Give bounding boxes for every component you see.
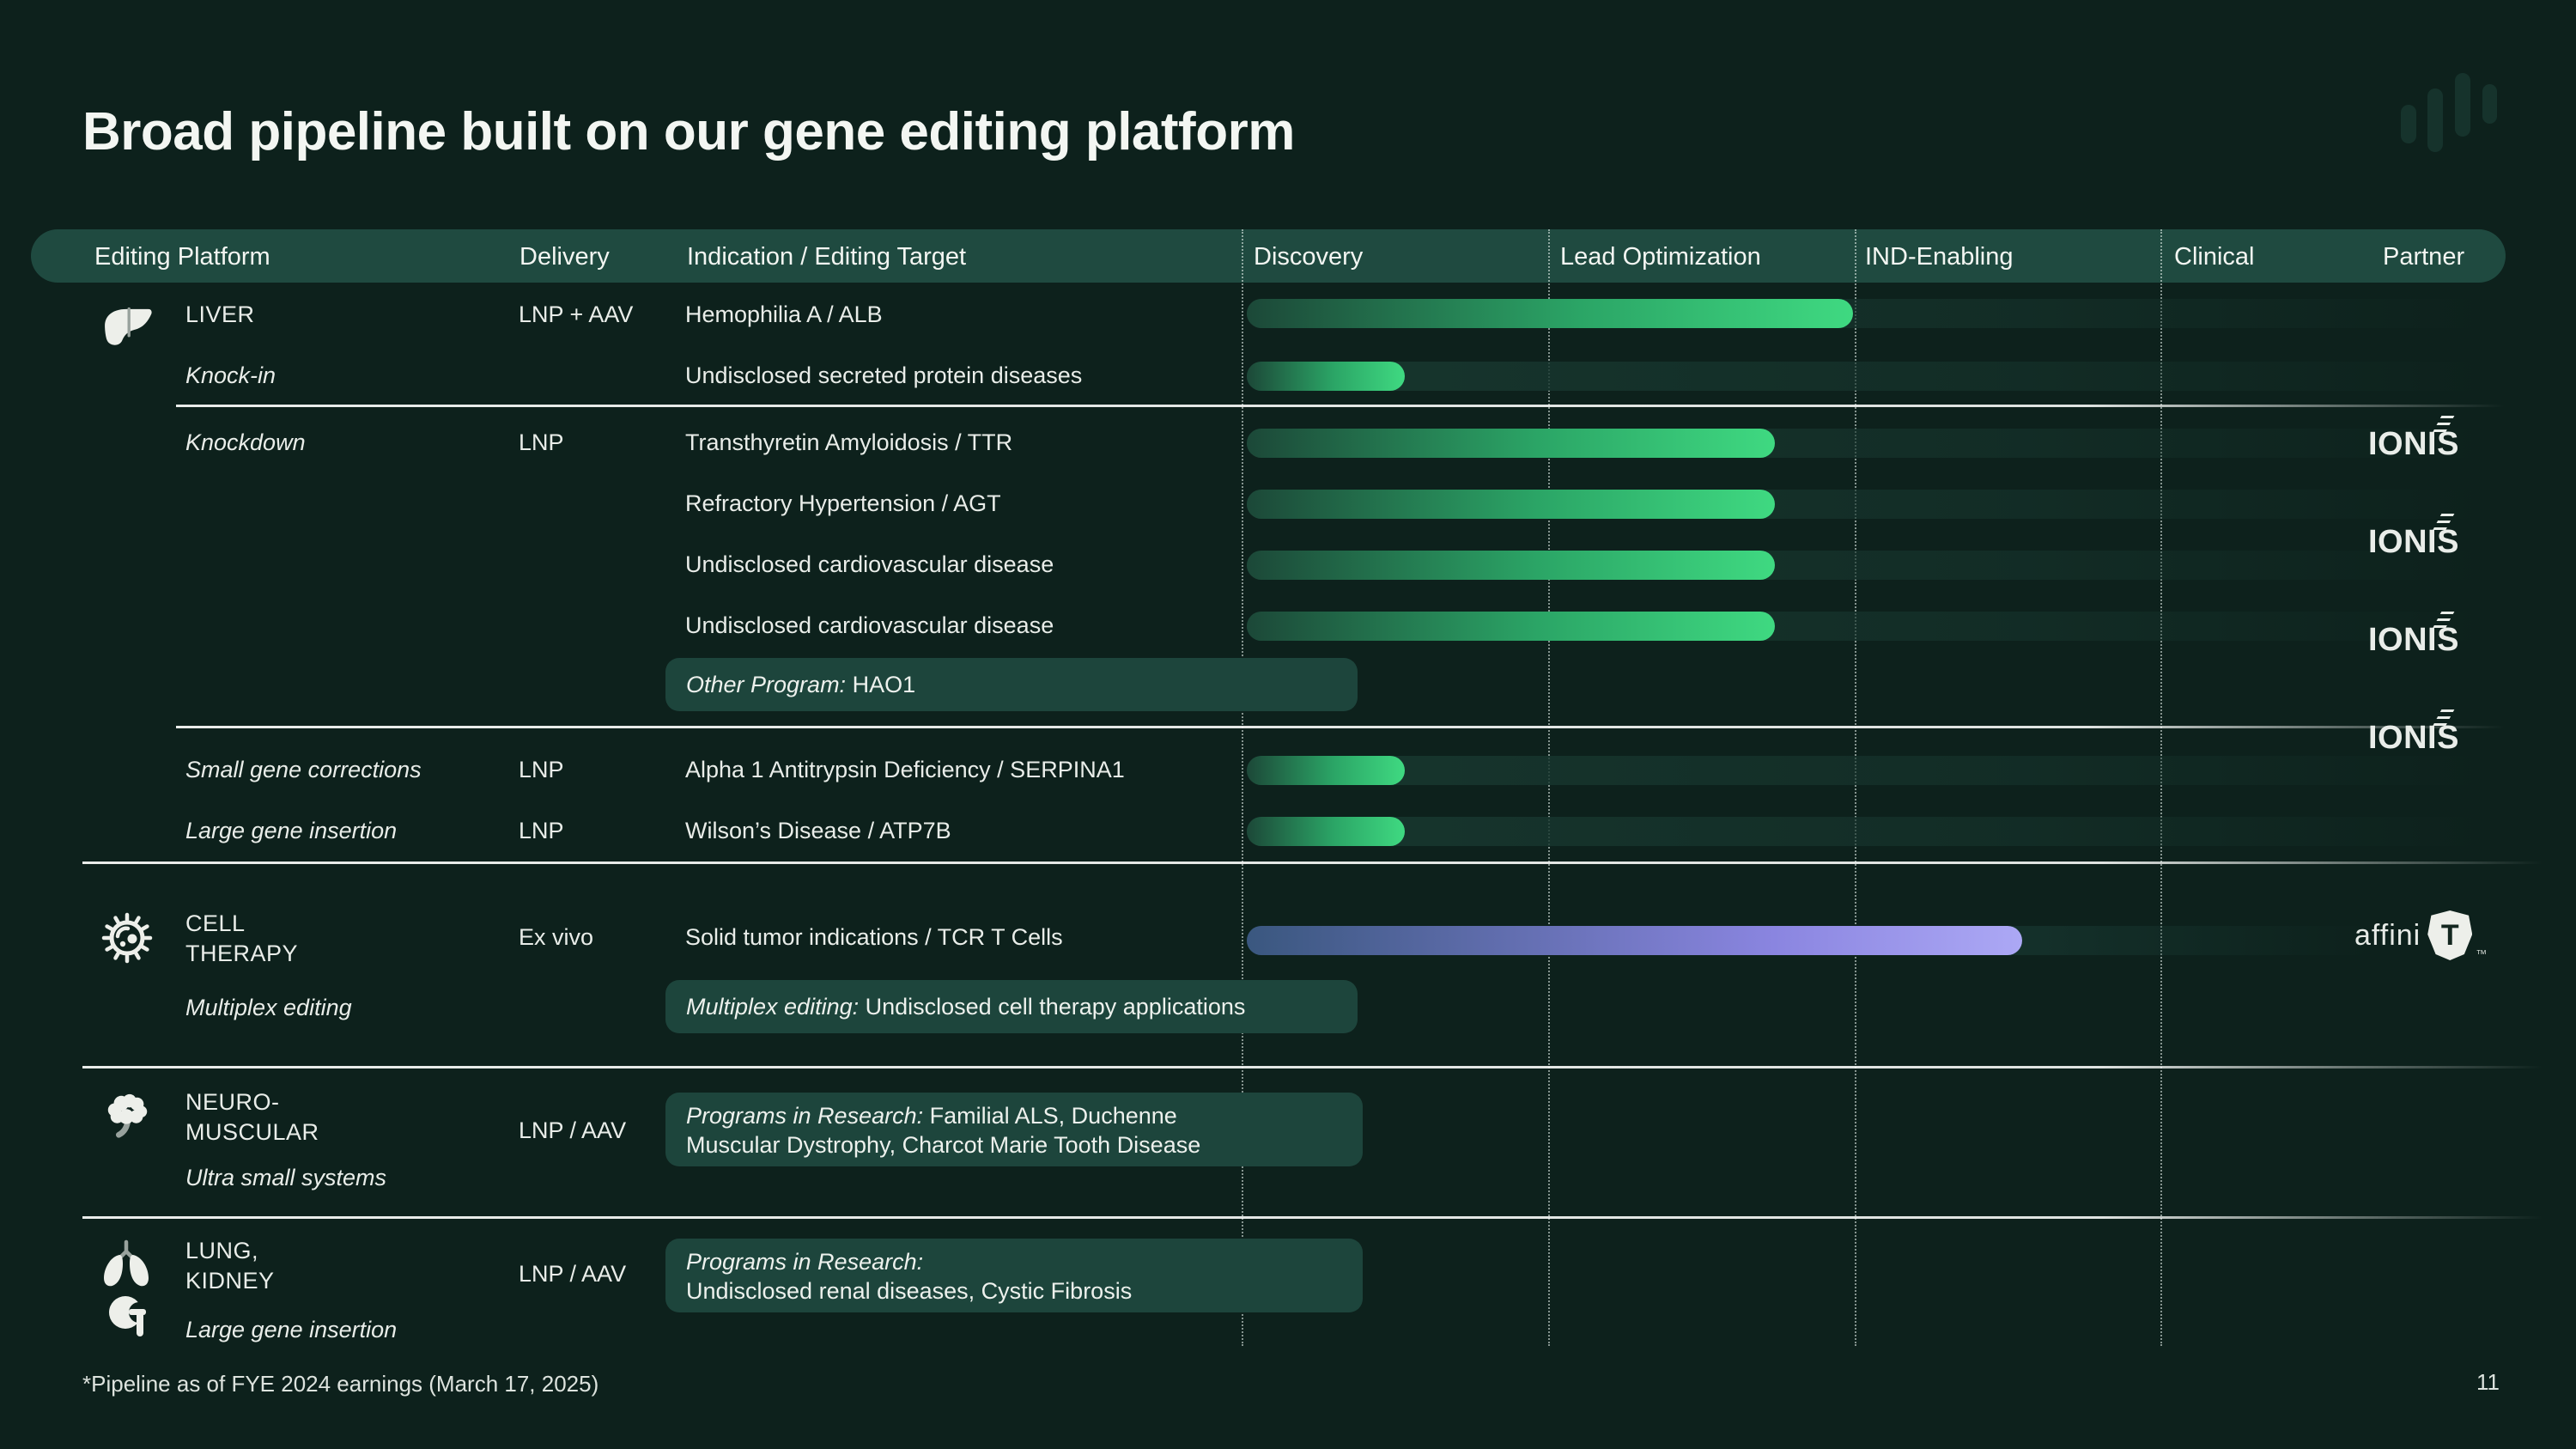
- waveform-bar-icon: [2427, 88, 2443, 152]
- multiplex-pill-prefix: Multiplex editing:: [686, 994, 859, 1020]
- pipeline-bar: [1247, 926, 2372, 955]
- column-header-partner: Partner: [2383, 243, 2464, 271]
- waveform-bar-icon: [2482, 84, 2497, 124]
- lung-pill-prefix: Programs in Research:: [686, 1247, 1342, 1276]
- indication-secreted: Undisclosed secreted protein diseases: [685, 362, 1082, 389]
- indication-cardio-2: Undisclosed cardiovascular disease: [685, 612, 1054, 639]
- kidney-icon: [108, 1294, 148, 1344]
- multiplex-pill-value: Undisclosed cell therapy applications: [866, 994, 1246, 1020]
- multiplex-pill: Multiplex editing: Undisclosed cell ther…: [665, 980, 1358, 1033]
- stage-gridline-ind-enabling: [1855, 229, 1856, 1346]
- indication-cardio-1: Undisclosed cardiovascular disease: [685, 551, 1054, 578]
- neuro-pill-line2: Muscular Dystrophy, Charcot Marie Tooth …: [686, 1130, 1342, 1160]
- delivery-ex-vivo: Ex vivo: [519, 924, 593, 951]
- other-program-pill: Other Program: HAO1: [665, 658, 1358, 711]
- indication-tcr: Solid tumor indications / TCR T Cells: [685, 924, 1063, 951]
- platform-knockdown-label: Knockdown: [185, 429, 306, 456]
- affini-t-shield-icon: T: [2427, 910, 2472, 960]
- indication-ttr: Transthyretin Amyloidosis / TTR: [685, 429, 1012, 456]
- column-header-clinical: Clinical: [2174, 243, 2254, 271]
- neuro-pill-prefix: Programs in Research:: [686, 1103, 923, 1129]
- neuro-research-pill: Programs in Research: Familial ALS, Duch…: [665, 1093, 1363, 1166]
- platform-liver-label: LIVER: [185, 301, 255, 328]
- other-program-value: HAO1: [853, 672, 916, 698]
- indication-agt: Refractory Hypertension / AGT: [685, 490, 1001, 517]
- indication-atp7b: Wilson’s Disease / ATP7B: [685, 818, 951, 844]
- separator-line: [176, 405, 2505, 407]
- column-header-lead-optimization: Lead Optimization: [1560, 243, 1761, 271]
- waveform-bar-icon: [2401, 105, 2416, 143]
- lung-pill-value: Undisclosed renal diseases, Cystic Fibro…: [686, 1276, 1342, 1306]
- page-number: 11: [2476, 1369, 2500, 1396]
- delivery-lnp-aav: LNP + AAV: [519, 301, 633, 328]
- pipeline-bar: [1247, 429, 2482, 458]
- other-program-prefix: Other Program:: [686, 672, 846, 698]
- column-header-indication: Indication / Editing Target: [687, 243, 966, 271]
- stage-gridline-clinical: [2160, 229, 2162, 1346]
- stage-gridline-lead-optimization: [1548, 229, 1550, 1346]
- pipeline-bar: [1247, 756, 2482, 785]
- trademark-symbol: ™: [2476, 947, 2487, 960]
- ionis-logo: IONIS: [2368, 622, 2576, 659]
- delivery-lnp-aav-neuro: LNP / AAV: [519, 1117, 626, 1144]
- liver-icon: [101, 306, 155, 353]
- indication-hemophilia: Hemophilia A / ALB: [685, 301, 883, 328]
- platform-neuro-label: NEURO- MUSCULAR: [185, 1087, 319, 1148]
- delivery-lnp: LNP: [519, 818, 564, 844]
- platform-multiplex-label: Multiplex editing: [185, 995, 352, 1021]
- section-separator-line: [82, 1066, 2543, 1068]
- slide: Broad pipeline built on our gene editing…: [0, 0, 2576, 1449]
- delivery-lnp: LNP: [519, 757, 564, 783]
- ionis-logo: IONIS: [2368, 720, 2576, 757]
- page-title: Broad pipeline built on our gene editing…: [82, 101, 1295, 162]
- column-header-ind-enabling: IND-Enabling: [1865, 243, 2013, 271]
- column-header-discovery: Discovery: [1254, 243, 1363, 271]
- indication-serpina1: Alpha 1 Antitrypsin Deficiency / SERPINA…: [685, 757, 1125, 783]
- brain-icon: [103, 1091, 153, 1145]
- platform-large-gene-label: Large gene insertion: [185, 818, 397, 844]
- pipeline-bar: [1247, 299, 2482, 328]
- column-header-editing-platform: Editing Platform: [94, 243, 270, 271]
- ionis-logo: IONIS: [2368, 524, 2576, 561]
- platform-large-gene-label-2: Large gene insertion: [185, 1317, 397, 1343]
- section-separator-line: [82, 861, 2543, 864]
- lungs-icon: [100, 1239, 153, 1294]
- pipeline-bar: [1247, 817, 2482, 846]
- column-header-delivery: Delivery: [519, 243, 610, 271]
- lung-research-pill: Programs in Research: Undisclosed renal …: [665, 1239, 1363, 1312]
- platform-small-gene-label: Small gene corrections: [185, 757, 422, 783]
- pipeline-bar: [1247, 612, 2482, 641]
- cell-therapy-icon: [100, 910, 155, 970]
- platform-knock-in-label: Knock-in: [185, 362, 276, 389]
- platform-ultra-small-label: Ultra small systems: [185, 1165, 386, 1191]
- section-separator-line: [82, 1216, 2543, 1219]
- company-waveform-logo: [2396, 69, 2507, 163]
- platform-cell-therapy-label: CELL THERAPY: [185, 909, 298, 969]
- footnote: *Pipeline as of FYE 2024 earnings (March…: [82, 1371, 598, 1397]
- stage-gridline-discovery: [1242, 229, 1243, 1346]
- platform-lung-kidney-label: LUNG, KIDNEY: [185, 1236, 275, 1296]
- pipeline-bar: [1247, 551, 2482, 580]
- ionis-logo: IONIS: [2368, 426, 2576, 463]
- waveform-bar-icon: [2455, 73, 2470, 137]
- neuro-pill-line1: Familial ALS, Duchenne: [930, 1103, 1177, 1129]
- pipeline-bar: [1247, 362, 2482, 391]
- affini-logo-text: affini: [2354, 919, 2421, 953]
- pipeline-bar: [1247, 490, 2482, 519]
- separator-line: [176, 726, 2505, 728]
- delivery-lnp-aav-lung: LNP / AAV: [519, 1261, 626, 1288]
- affini-t-logo: affini T ™: [2354, 910, 2487, 960]
- delivery-lnp: LNP: [519, 429, 564, 456]
